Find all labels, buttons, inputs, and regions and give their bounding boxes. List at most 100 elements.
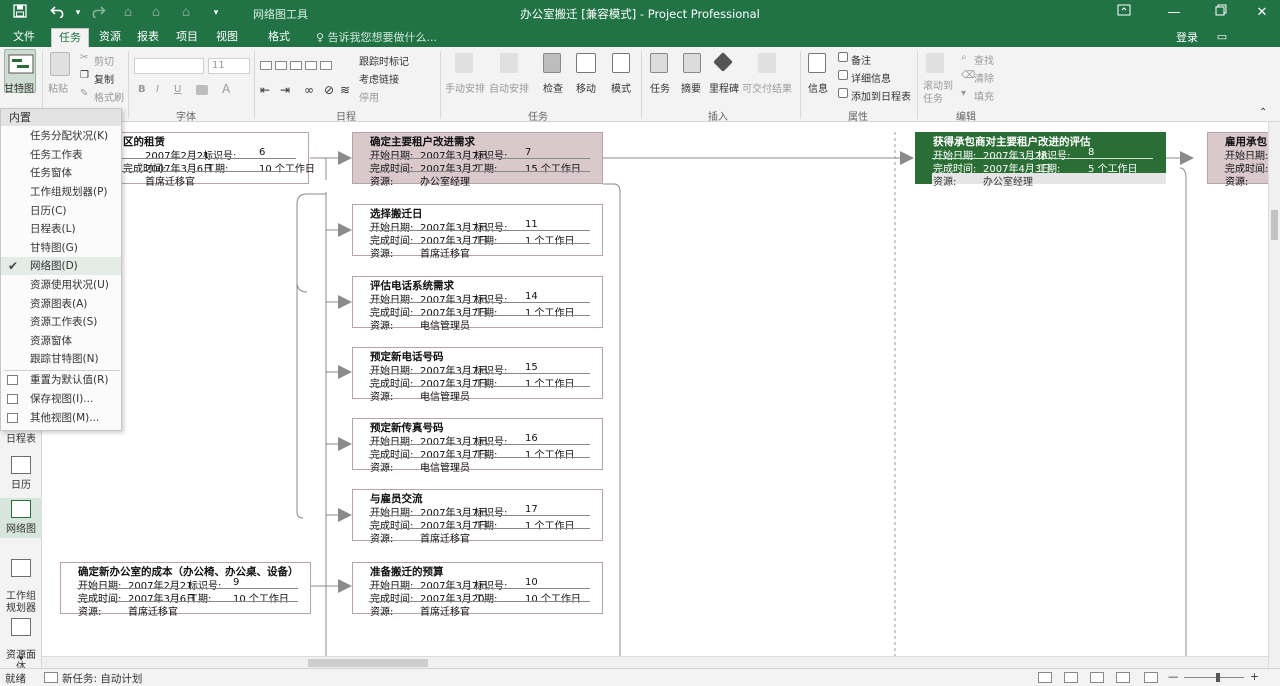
add-to-timeline-button[interactable]: 添加到日程表 [851, 88, 911, 103]
menu-item-team-planner[interactable]: 工作组规划器(P) [1, 183, 121, 201]
indent-icon[interactable]: ⇥ [280, 83, 290, 97]
task-node-10[interactable]: 准备搬迁的预算 开始日期: 2007年3月7日 标识号: 10 完成时间: 2007年3… [352, 562, 603, 618]
paste-label[interactable]: 粘贴 [48, 80, 68, 95]
percent-25-icon[interactable] [275, 61, 287, 70]
tell-me-box[interactable]: ♀ 告诉我您想要做什么... [316, 29, 437, 45]
summary-icon[interactable] [683, 53, 701, 73]
split-icon[interactable]: ≋ [340, 83, 350, 97]
viewbar-calendar[interactable]: 日历 [0, 456, 42, 491]
font-color-icon[interactable]: A [222, 82, 230, 96]
cut-button[interactable]: 剪切 [94, 53, 114, 68]
task-node-8-selected[interactable]: 获得承包商对主要租户改进的评估 开始日期: 2007年3月28 标识号: 8 完成时间… [915, 132, 1166, 188]
menu-item-resource-usage[interactable]: 资源使用状况(U) [1, 276, 121, 294]
network-diagram[interactable]: 区的租赁 开始日期: 2007年2月21 标识号: 6 完成时间: 2007年3… [42, 122, 1268, 668]
tab-resource[interactable]: 资源 [93, 28, 127, 47]
task-usage-shortcut-icon[interactable] [1064, 672, 1078, 683]
restore-icon[interactable] [1207, 3, 1235, 23]
find-button[interactable]: 查找 [974, 52, 994, 67]
details-icon[interactable] [838, 70, 848, 80]
info-icon[interactable] [808, 53, 826, 73]
inspect-icon[interactable] [543, 53, 561, 73]
deliverable-icon[interactable] [758, 53, 776, 73]
background-color-icon[interactable] [196, 85, 208, 95]
network-view-shortcut-icon[interactable] [1090, 672, 1104, 683]
milestone-button[interactable]: 里程碑 [709, 80, 739, 95]
auto-schedule-icon[interactable] [500, 53, 518, 73]
format-painter-button[interactable]: 格式刷 [94, 89, 124, 104]
zoom-slider[interactable] [1184, 677, 1244, 678]
minimize-icon[interactable]: — [1160, 3, 1188, 23]
copy-icon[interactable]: ❐ [80, 70, 89, 81]
tab-task[interactable]: 任务 [51, 28, 89, 47]
menu-item-resource-form[interactable]: 资源窗体 [1, 332, 121, 350]
milestone-icon[interactable] [713, 52, 733, 72]
deliverable-button[interactable]: 可交付结果 [742, 80, 792, 95]
move-icon[interactable] [576, 53, 596, 73]
login-link[interactable]: 登录 [1176, 29, 1198, 45]
vertical-scrollbar[interactable] [1268, 122, 1280, 668]
resource-sheet-shortcut-icon[interactable] [1116, 672, 1130, 683]
percent-100-icon[interactable] [320, 61, 332, 70]
copy-button[interactable]: 复制 [94, 71, 114, 86]
menu-item-save-view[interactable]: 保存视图(I)... [1, 390, 121, 408]
mode-icon[interactable] [612, 53, 630, 73]
undo-icon[interactable] [48, 4, 68, 22]
scroll-to-task-icon[interactable] [926, 53, 944, 73]
clear-button[interactable]: 清除 [974, 70, 994, 85]
viewbar-scroll-down-icon[interactable]: ▾ [0, 654, 42, 664]
viewbar-team-planner[interactable]: 工作组 规划器 [0, 547, 42, 615]
respect-links-button[interactable]: 考虑链接 [359, 71, 399, 86]
notes-button[interactable]: 备注 [851, 52, 871, 67]
fill-button[interactable]: 填充 [974, 88, 994, 103]
task-node-11[interactable]: 选择搬迁日 开始日期: 2007年3月7日 标识号: 11 完成时间: 2007年3月7… [352, 204, 603, 260]
task-node-7[interactable]: 确定主要租户改进需求 开始日期: 2007年3月7日 标识号: 7 完成时间: 2007… [352, 132, 603, 188]
macro-icon[interactable] [44, 672, 58, 683]
menu-item-other-views[interactable]: 其他视图(M)... [1, 409, 121, 427]
insert-task-icon[interactable] [650, 53, 668, 73]
zoom-in-icon[interactable]: + [1250, 671, 1259, 683]
viewbar-timeline[interactable]: 日程表 [0, 430, 42, 445]
task-node-hire-contractor[interactable]: 雇用承包 开始日期: 完成时间: 资源: [1207, 132, 1268, 188]
italic-button[interactable]: I [156, 84, 159, 95]
task-node-16[interactable]: 预定新传真号码 开始日期: 2007年3月7日 标识号: 16 完成时间: 2007年3… [352, 418, 603, 474]
collapse-ribbon-icon[interactable]: ⌃ [1259, 107, 1267, 118]
menu-item-task-form[interactable]: 任务窗体 [1, 164, 121, 182]
underline-button[interactable]: U [174, 84, 181, 95]
menu-item-network-diagram[interactable]: ✔ 网络图(D) [1, 257, 121, 275]
tab-file[interactable]: 文件 [7, 28, 41, 47]
menu-item-gantt[interactable]: 甘特图(G) [1, 239, 121, 257]
manual-schedule-button[interactable]: 手动安排 [445, 80, 485, 95]
percent-75-icon[interactable] [305, 61, 317, 70]
task-node-15[interactable]: 预定新电话号码 开始日期: 2007年3月7日 标识号: 15 完成时间: 2007年3… [352, 347, 603, 403]
mode-button[interactable]: 模式 [611, 80, 631, 95]
percent-0-icon[interactable] [260, 61, 272, 70]
bold-button[interactable]: B [138, 84, 146, 95]
menu-item-task-usage[interactable]: 任务分配状况(K) [1, 127, 121, 145]
menu-item-timeline[interactable]: 日程表(L) [1, 220, 121, 238]
tab-project[interactable]: 项目 [170, 28, 204, 47]
vertical-scroll-thumb[interactable] [1271, 210, 1278, 240]
menu-item-resource-sheet[interactable]: 资源工作表(S) [1, 313, 121, 331]
task-node-9[interactable]: 确定新办公室的成本（办公椅、办公桌、设备） 开始日期: 2007年2月21 标识… [60, 562, 311, 618]
tab-format[interactable]: 格式 [261, 28, 297, 47]
font-name-box[interactable] [134, 58, 204, 74]
zoom-out-icon[interactable]: — [1168, 671, 1179, 683]
horizontal-scroll-thumb[interactable] [308, 659, 428, 667]
menu-item-resource-graph[interactable]: 资源图表(A) [1, 295, 121, 313]
undo-dropdown-icon[interactable]: ▾ [68, 4, 88, 22]
ribbon-display-icon[interactable] [1110, 3, 1138, 23]
task-node-14[interactable]: 评估电话系统需求 开始日期: 2007年3月7日 标识号: 14 完成时间: 2007年… [352, 276, 603, 332]
menu-item-calendar[interactable]: 日历(C) [1, 202, 121, 220]
percent-50-icon[interactable] [290, 61, 302, 70]
info-button[interactable]: 信息 [808, 80, 828, 95]
details-button[interactable]: 详细信息 [851, 70, 891, 85]
paste-icon[interactable] [50, 52, 70, 76]
menu-item-tracking-gantt[interactable]: 跟踪甘特图(N) [1, 350, 121, 368]
new-tasks-mode[interactable]: 新任务: 自动计划 [62, 671, 142, 686]
insert-task-button[interactable]: 任务 [650, 80, 670, 95]
link-icon[interactable]: ∞ [304, 83, 314, 97]
auto-schedule-button[interactable]: 自动安排 [489, 80, 529, 95]
tab-report[interactable]: 报表 [131, 28, 165, 47]
inactivate-button[interactable]: 停用 [359, 89, 379, 104]
mark-on-track-button[interactable]: 跟踪时标记 [359, 53, 409, 68]
